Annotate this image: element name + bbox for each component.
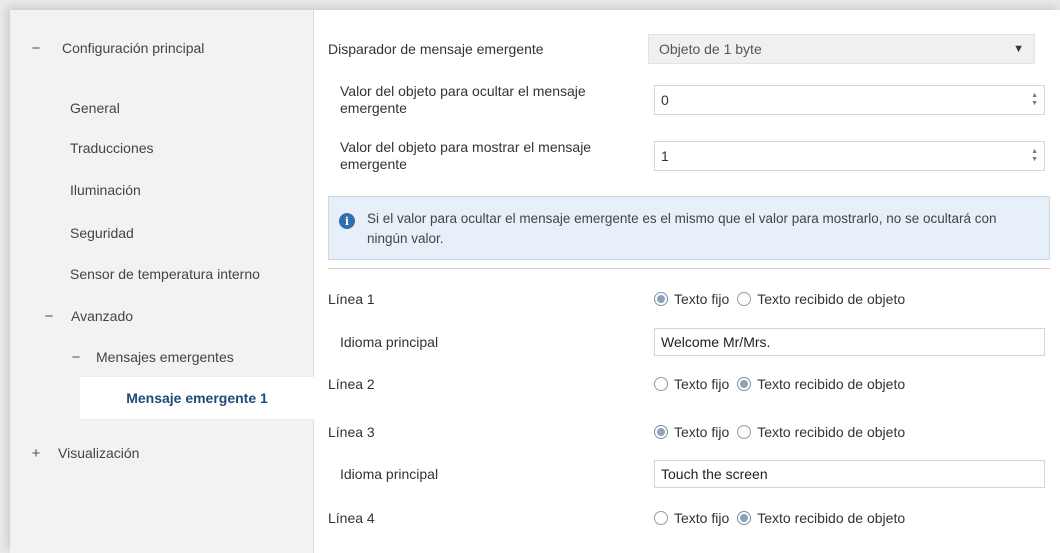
sidebar-item-seguridad[interactable]: Seguridad (70, 213, 134, 253)
sidebar-item-label: Sensor de temperatura interno (70, 266, 260, 282)
sidebar-item-label: Visualización (58, 445, 140, 461)
stepper-arrows-icon[interactable]: ▲ ▼ (1031, 148, 1038, 164)
sidebar-item-label: Iluminación (70, 182, 141, 198)
language-label: Idioma principal (340, 465, 439, 482)
radio-label: Texto recibido de objeto (757, 376, 906, 392)
window: − Configuración principal General Traduc… (10, 10, 1060, 553)
sidebar-item-label: Traducciones (70, 140, 154, 156)
param-trigger-row: Disparador de mensaje emergente Objeto d… (314, 34, 1060, 64)
line-3-radio-group: Texto fijo Texto recibido de objeto (654, 424, 913, 440)
sidebar-item-label: Configuración principal (62, 40, 205, 56)
hide-value-stepper[interactable]: 0 ▲ ▼ (654, 85, 1045, 115)
line-3-row: Línea 3 Texto fijo Texto recibido de obj… (314, 421, 1060, 443)
sidebar-item-mensaje-emergente-1[interactable]: Mensaje emergente 1 (80, 376, 314, 420)
chevron-down-icon[interactable]: ▼ (1013, 43, 1024, 55)
radio-texto-objeto[interactable]: Texto recibido de objeto (737, 424, 905, 440)
radio-label: Texto recibido de objeto (757, 510, 906, 526)
sidebar-item-label: Mensajes emergentes (96, 349, 234, 365)
line-label: Línea 4 (328, 509, 375, 526)
radio-texto-objeto[interactable]: Texto recibido de objeto (737, 510, 905, 526)
text-field-value: Touch the screen (661, 466, 768, 482)
radio-unselected-icon[interactable] (737, 292, 752, 306)
show-value-stepper[interactable]: 1 ▲ ▼ (654, 141, 1045, 171)
line-2-radio-group: Texto fijo Texto recibido de objeto (654, 376, 913, 392)
radio-texto-objeto[interactable]: Texto recibido de objeto (737, 376, 905, 392)
sidebar-item-visualizacion[interactable]: + Visualización (24, 433, 140, 473)
param-hide-value-row: Valor del objeto para ocultar el mensaje… (314, 80, 1060, 120)
stepper-value: 0 (661, 92, 669, 108)
radio-selected-icon[interactable] (654, 292, 668, 306)
line-1-text-field[interactable]: Welcome Mr/Mrs. (654, 328, 1045, 356)
param-label: Disparador de mensaje emergente (328, 40, 544, 57)
info-box: i Si el valor para ocultar el mensaje em… (328, 196, 1050, 260)
radio-texto-fijo[interactable]: Texto fijo (654, 291, 729, 307)
line-label: Línea 2 (328, 375, 375, 392)
stepper-value: 1 (661, 148, 669, 164)
line-3-language-row: Idioma principal Touch the screen (314, 460, 1060, 488)
sidebar-item-label: General (70, 100, 120, 116)
line-1-row: Línea 1 Texto fijo Texto recibido de obj… (314, 288, 1060, 310)
line-label: Línea 3 (328, 423, 375, 440)
sidebar-item-label: Mensaje emergente 1 (126, 390, 268, 406)
radio-label: Texto recibido de objeto (757, 291, 906, 307)
radio-texto-fijo[interactable]: Texto fijo (654, 510, 729, 526)
dropdown-value: Objeto de 1 byte (659, 41, 762, 57)
main-panel: Disparador de mensaje emergente Objeto d… (314, 10, 1060, 553)
line-4-radio-group: Texto fijo Texto recibido de objeto (654, 510, 913, 526)
line-2-row: Línea 2 Texto fijo Texto recibido de obj… (314, 373, 1060, 395)
radio-label: Texto fijo (674, 291, 730, 307)
divider (328, 268, 1050, 269)
language-label: Idioma principal (340, 333, 439, 350)
sidebar-item-mensajes-emergentes[interactable]: − Mensajes emergentes (64, 337, 234, 377)
radio-selected-icon[interactable] (737, 377, 752, 391)
collapse-icon[interactable]: − (64, 349, 88, 366)
sidebar-item-label: Avanzado (71, 308, 134, 324)
param-label: Valor del objeto para mostrar el mensaje… (340, 139, 592, 172)
radio-texto-fijo[interactable]: Texto fijo (654, 376, 729, 392)
collapse-icon[interactable]: − (37, 308, 61, 325)
line-3-text-field[interactable]: Touch the screen (654, 460, 1045, 488)
radio-unselected-icon[interactable] (654, 377, 668, 391)
param-label: Valor del objeto para ocultar el mensaje… (340, 83, 586, 116)
radio-selected-icon[interactable] (654, 425, 668, 439)
line-4-row: Línea 4 Texto fijo Texto recibido de obj… (314, 507, 1060, 529)
sidebar-item-avanzado[interactable]: − Avanzado (37, 296, 133, 336)
sidebar-item-general[interactable]: General (70, 88, 120, 128)
radio-unselected-icon[interactable] (737, 425, 752, 439)
line-label: Línea 1 (328, 290, 375, 307)
sidebar-item-iluminacion[interactable]: Iluminación (70, 170, 141, 210)
sidebar-item-sensor-temperatura[interactable]: Sensor de temperatura interno (70, 254, 260, 294)
sidebar: − Configuración principal General Traduc… (10, 10, 314, 553)
info-text: Si el valor para ocultar el mensaje emer… (367, 211, 997, 246)
text-field-value: Welcome Mr/Mrs. (661, 334, 771, 350)
sidebar-item-configuracion-principal[interactable]: − Configuración principal (24, 28, 205, 68)
trigger-dropdown[interactable]: Objeto de 1 byte ▼ (648, 34, 1035, 64)
line-1-language-row: Idioma principal Welcome Mr/Mrs. (314, 328, 1060, 356)
stepper-arrows-icon[interactable]: ▲ ▼ (1031, 92, 1038, 108)
radio-label: Texto fijo (674, 376, 730, 392)
sidebar-item-label: Seguridad (70, 225, 134, 241)
sidebar-item-traducciones[interactable]: Traducciones (70, 128, 154, 168)
radio-texto-fijo[interactable]: Texto fijo (654, 424, 729, 440)
radio-selected-icon[interactable] (737, 511, 752, 525)
expand-icon[interactable]: + (24, 445, 48, 462)
radio-texto-objeto[interactable]: Texto recibido de objeto (737, 291, 905, 307)
radio-label: Texto fijo (674, 510, 730, 526)
line-1-radio-group: Texto fijo Texto recibido de objeto (654, 291, 913, 307)
radio-unselected-icon[interactable] (654, 511, 668, 525)
param-show-value-row: Valor del objeto para mostrar el mensaje… (314, 136, 1060, 176)
info-icon: i (339, 213, 355, 229)
radio-label: Texto fijo (674, 424, 730, 440)
collapse-icon[interactable]: − (24, 40, 48, 57)
radio-label: Texto recibido de objeto (757, 424, 906, 440)
